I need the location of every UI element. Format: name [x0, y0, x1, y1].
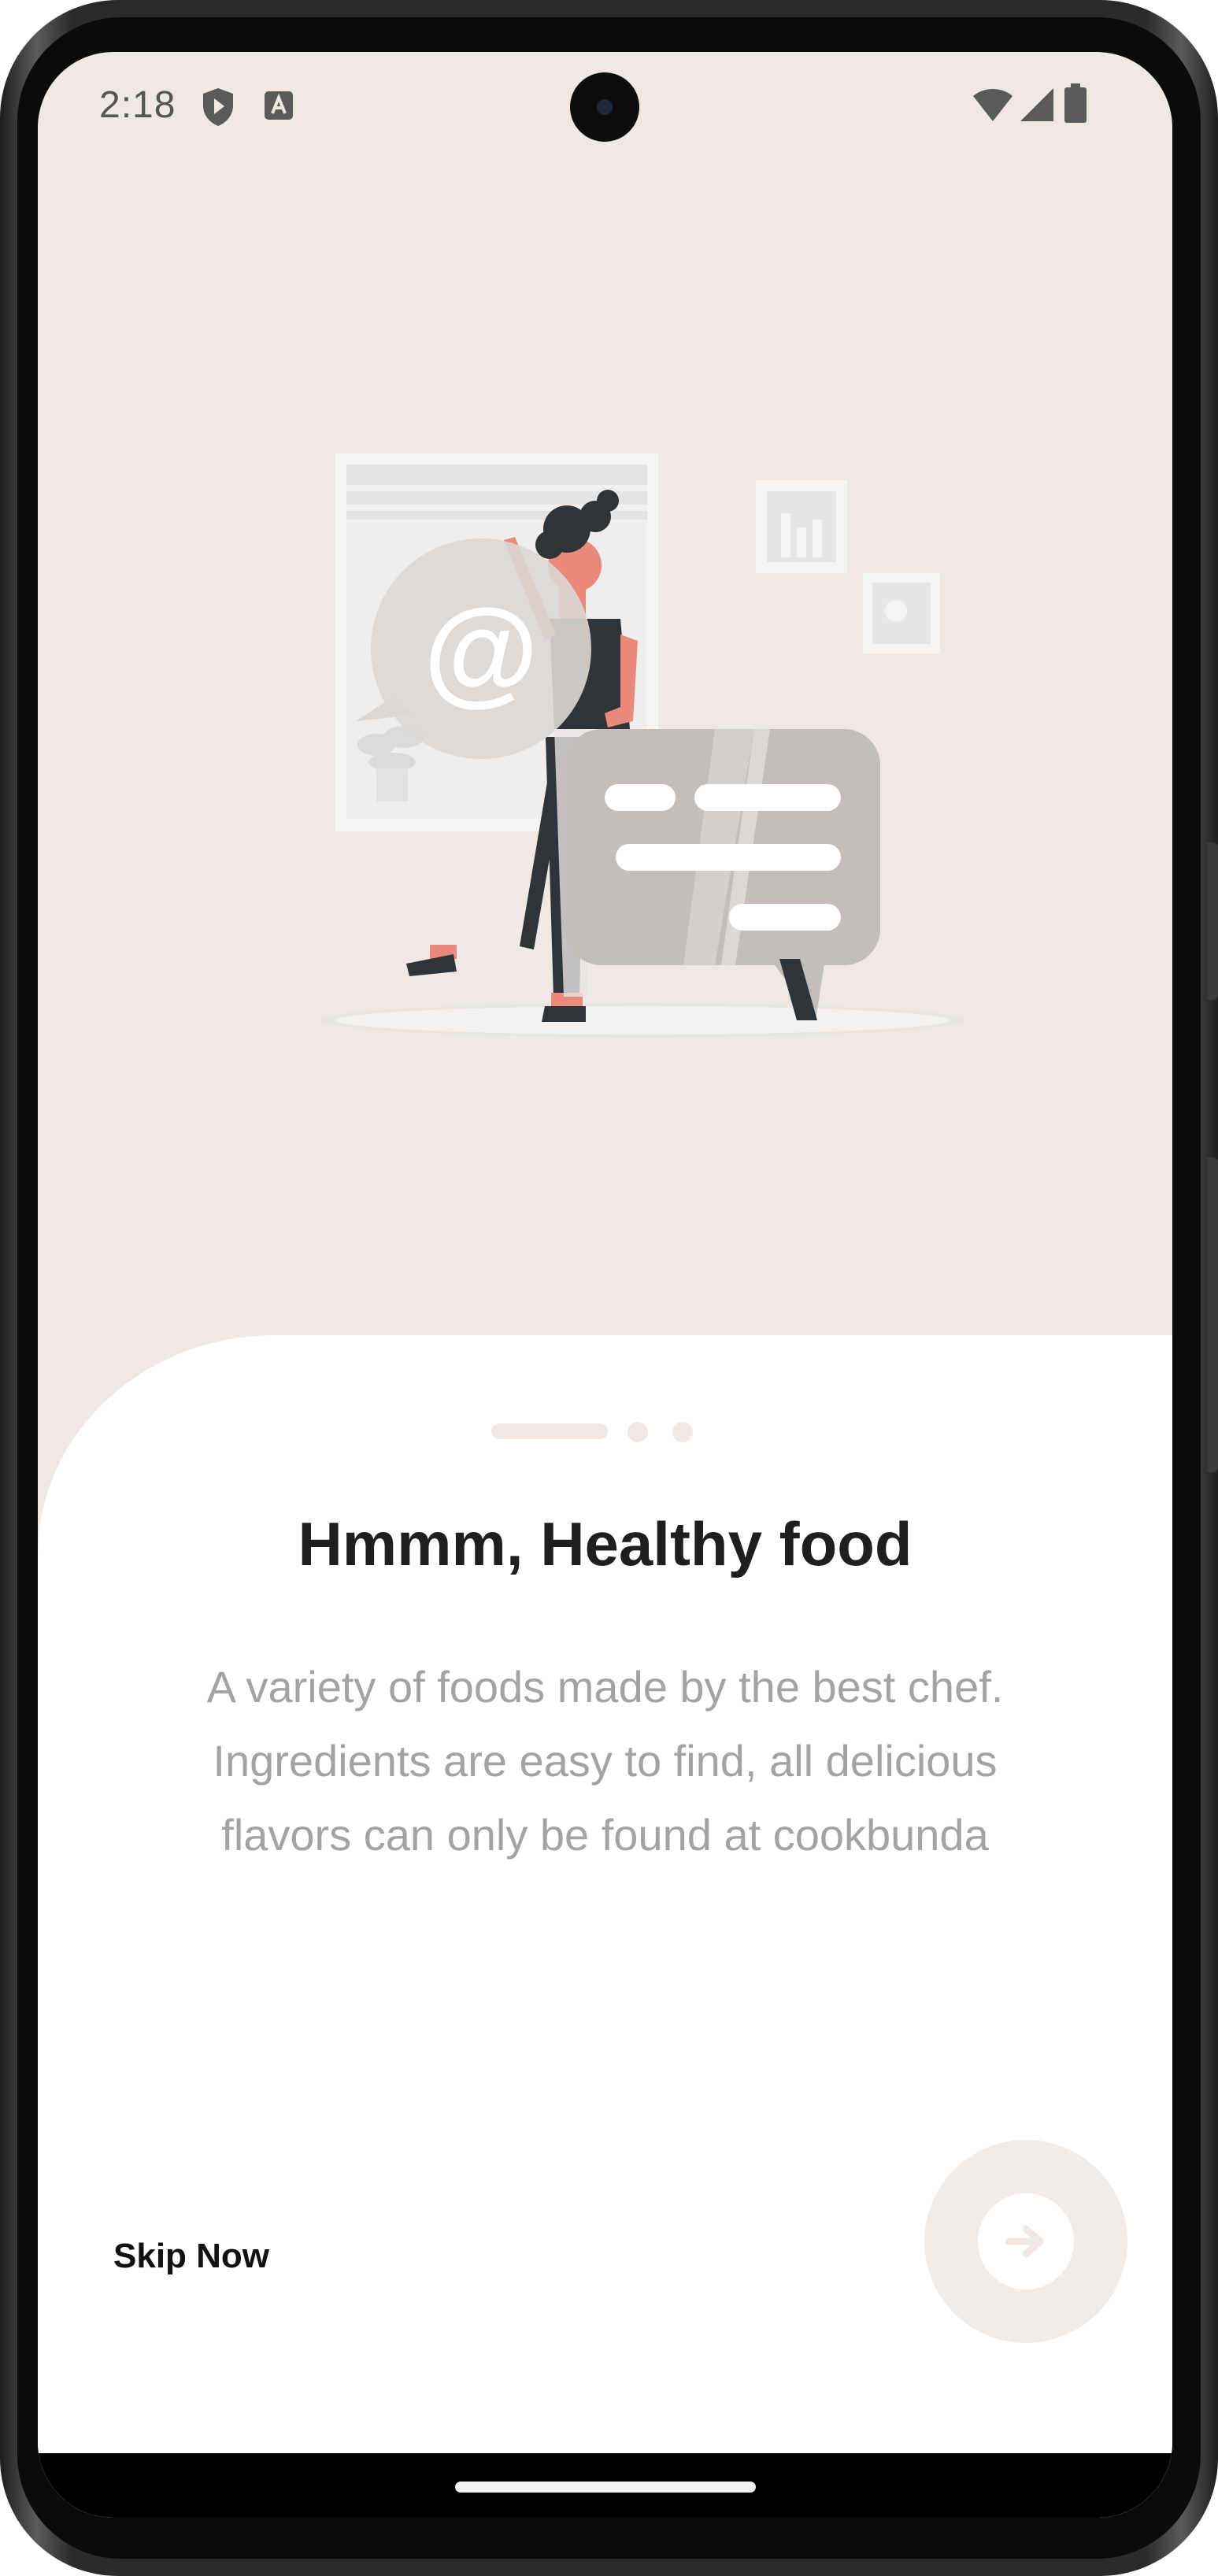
page-dot [672, 1422, 693, 1442]
screen: 2:18 @ Hmmm, Healthy food A variety of f… [38, 52, 1172, 2518]
next-button-inner [978, 2193, 1074, 2289]
power-button [1207, 842, 1218, 1000]
page-indicator [38, 1417, 1172, 1442]
system-navigation-bar [38, 2453, 1172, 2518]
volume-button [1207, 1157, 1218, 1472]
phone-frame: 2:18 @ Hmmm, Healthy food A variety of f… [0, 0, 1218, 2576]
svg-text:@: @ [424, 584, 539, 716]
next-button[interactable] [924, 2140, 1127, 2343]
status-time: 2:18 [99, 84, 176, 126]
page-dot [628, 1422, 648, 1442]
front-camera [570, 72, 639, 142]
battery-icon [1064, 83, 1087, 123]
translate-icon [265, 91, 293, 120]
onboarding-title: Hmmm, Healthy food [298, 1509, 913, 1579]
signal-icon [1020, 88, 1053, 121]
page-dot-active [491, 1423, 608, 1439]
status-bar: 2:18 [38, 52, 1172, 170]
arrow-right-icon [1005, 2225, 1044, 2258]
home-gesture-handle[interactable] [455, 2482, 756, 2493]
shield-icon [203, 88, 233, 126]
skip-now-button[interactable]: Skip Now [113, 2237, 269, 2276]
wifi-icon [973, 89, 1013, 121]
onboarding-illustration: @ [320, 453, 965, 1038]
onboarding-description: A variety of foods made by the best chef… [206, 1662, 1004, 1860]
